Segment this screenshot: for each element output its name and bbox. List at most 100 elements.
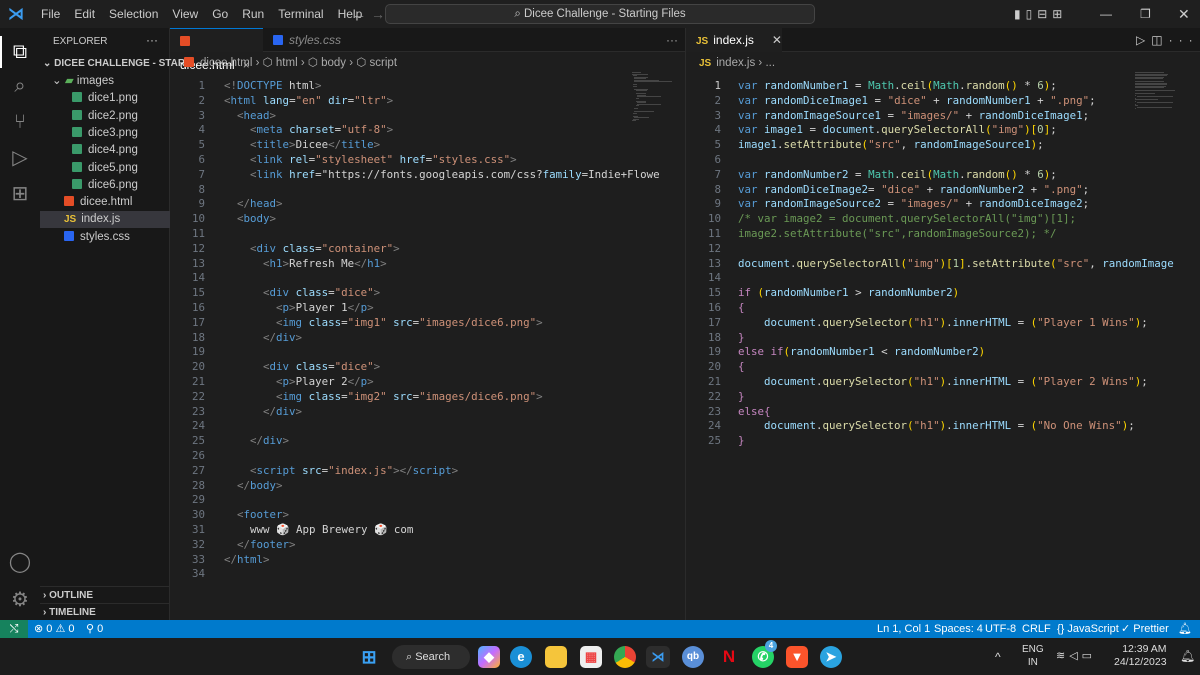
code-line[interactable]: var randomNumber2 = Math.ceil(Math.rando… <box>738 168 1057 183</box>
clock[interactable]: 12:39 AM 24/12/2023 <box>1114 643 1167 669</box>
code-line[interactable]: <link href="https://fonts.googleapis.com… <box>224 168 660 183</box>
prettier-status[interactable]: ✓ Prettier <box>1121 620 1169 638</box>
explorer-icon[interactable]: ⧉ <box>8 40 32 64</box>
code-line[interactable]: <script src="index.js"></script> <box>224 464 458 479</box>
code-line[interactable]: } <box>738 434 745 449</box>
left-minimap[interactable] <box>632 72 673 121</box>
code-line[interactable]: <footer> <box>224 508 289 523</box>
code-line[interactable]: <!DOCTYPE html> <box>224 79 322 94</box>
menu-file[interactable]: File <box>38 7 63 21</box>
file-item-dice6-png[interactable]: dice6.png <box>40 177 170 194</box>
more-icon[interactable]: ··· <box>1169 33 1199 47</box>
outline-section[interactable]: › OUTLINE <box>40 586 170 603</box>
extensions-icon[interactable]: ⊞ <box>8 182 32 206</box>
code-line[interactable]: } <box>738 331 745 346</box>
encoding[interactable]: UTF-8 <box>985 620 1016 638</box>
chrome-icon[interactable] <box>614 646 636 668</box>
code-line[interactable]: document.querySelectorAll("img")[1].setA… <box>738 257 1174 272</box>
line-ending[interactable]: CRLF <box>1022 620 1051 638</box>
file-explorer-icon[interactable] <box>545 646 567 668</box>
close-button[interactable]: ✕ <box>1178 6 1190 23</box>
notification-icon[interactable]: 🔔︎ <box>1180 649 1195 663</box>
vscode-taskbar-icon[interactable]: ⋊ <box>646 646 670 668</box>
tray-overflow-icon[interactable]: ^ <box>995 650 1001 664</box>
code-line[interactable]: <div class="dice"> <box>224 360 380 375</box>
back-icon[interactable]: ← <box>352 6 366 22</box>
code-line[interactable]: image1.setAttribute("src", randomImageSo… <box>738 138 1044 153</box>
split-editor-icon[interactable]: ◫ <box>1151 33 1168 47</box>
run-icon[interactable]: ▷ <box>1136 33 1151 47</box>
file-item-dicee-html[interactable]: dicee.html <box>40 194 170 211</box>
code-line[interactable]: { <box>738 360 745 375</box>
menu-selection[interactable]: Selection <box>106 7 161 21</box>
html-code-editor[interactable]: 1 <!DOCTYPE html> 2 <html lang="en" dir="lt… <box>170 72 660 620</box>
whatsapp-icon[interactable]: ✆ 4 <box>752 640 777 668</box>
code-line[interactable]: document.querySelector("h1").innerHTML =… <box>738 316 1148 331</box>
code-line[interactable]: <img class="img1" src="images/dice6.png"… <box>224 316 543 331</box>
timeline-section[interactable]: › TIMELINE <box>40 603 170 620</box>
menu-edit[interactable]: Edit <box>71 7 98 21</box>
code-line[interactable]: var randomNumber1 = Math.ceil(Math.rando… <box>738 79 1057 94</box>
code-line[interactable]: </body> <box>224 479 283 494</box>
tab-index-js[interactable]: JS index.js ✕ <box>686 28 782 52</box>
code-line[interactable]: </div> <box>224 405 302 420</box>
file-item-images[interactable]: ⌄ ▰ images <box>40 73 170 90</box>
code-line[interactable]: <h1>Refresh Me</h1> <box>224 257 387 272</box>
code-line[interactable]: <p>Player 1</p> <box>224 301 374 316</box>
code-line[interactable]: var randomImageSource2 = "images/" + ran… <box>738 197 1089 212</box>
code-line[interactable]: } <box>738 390 745 405</box>
code-line[interactable]: document.querySelector("h1").innerHTML =… <box>738 375 1148 390</box>
code-line[interactable]: <img class="img2" src="images/dice6.png"… <box>224 390 543 405</box>
code-line[interactable]: image2.setAttribute("src",randomImageSou… <box>738 227 1057 242</box>
file-item-dice1-png[interactable]: dice1.png <box>40 90 170 107</box>
menu-run[interactable]: Run <box>239 7 267 21</box>
file-item-index-js[interactable]: JS index.js <box>40 211 170 229</box>
layout-icons[interactable]: ▮▯⊟⊞ <box>1014 7 1067 21</box>
code-line[interactable]: { <box>738 301 745 316</box>
right-minimap[interactable] <box>1135 72 1185 112</box>
qbittorrent-icon[interactable]: qb <box>682 646 704 668</box>
tab-styles-css[interactable]: styles.css <box>263 28 363 52</box>
menu-go[interactable]: Go <box>209 7 231 21</box>
store-icon[interactable]: ▦ <box>580 646 602 668</box>
code-line[interactable]: <title>Dicee</title> <box>224 138 380 153</box>
code-line[interactable]: else if(randomNumber1 < randomNumber2) <box>738 345 985 360</box>
code-line[interactable]: <link rel="stylesheet" href="styles.css"… <box>224 153 517 168</box>
language-mode[interactable]: {} JavaScript <box>1057 620 1119 638</box>
tab-dicee-html[interactable]: dicee.html × <box>170 28 263 72</box>
file-item-dice2-png[interactable]: dice2.png <box>40 108 170 125</box>
code-line[interactable]: </div> <box>224 331 302 346</box>
menu-terminal[interactable]: Terminal <box>275 7 326 21</box>
problems-button[interactable]: ⊗ 0 ⚠ 0 <box>34 620 75 638</box>
code-line[interactable]: <p>Player 2</p> <box>224 375 374 390</box>
code-line[interactable]: var randomDiceImage2= "dice" + randomNum… <box>738 183 1089 198</box>
editor-actions[interactable]: ▷◫··· <box>1126 28 1199 52</box>
close-tab-icon[interactable]: ✕ <box>772 33 782 47</box>
search-icon[interactable]: ⌕ <box>8 74 32 98</box>
code-line[interactable]: var randomDiceImage1 = "dice" + randomNu… <box>738 94 1096 109</box>
code-line[interactable]: </footer> <box>224 538 296 553</box>
code-line[interactable]: <div class="container"> <box>224 242 400 257</box>
code-line[interactable]: </head> <box>224 197 283 212</box>
js-code-editor[interactable]: 1 var randomNumber1 = Math.ceil(Math.rand… <box>686 72 1174 620</box>
code-line[interactable]: /* var image2 = document.querySelectorAl… <box>738 212 1076 227</box>
taskbar-search[interactable]: ⌕ Search <box>392 645 470 669</box>
notifications-bell-icon[interactable]: 🔔︎ <box>1178 620 1192 638</box>
code-line[interactable]: var image1 = document.querySelectorAll("… <box>738 123 1057 138</box>
run-debug-icon[interactable]: ▷ <box>8 146 32 170</box>
cursor-position[interactable]: Ln 1, Col 1 <box>877 620 930 638</box>
settings-gear-icon[interactable]: ⚙ <box>8 588 32 612</box>
language-indicator[interactable]: ENG IN <box>1022 643 1044 669</box>
account-icon[interactable]: ◯ <box>8 550 32 574</box>
code-line[interactable]: document.querySelector("h1").innerHTML =… <box>738 419 1135 434</box>
wifi-volume-battery-icons[interactable]: ≋◁▭ <box>1056 649 1096 662</box>
editor-more-button[interactable]: ··· <box>656 28 678 52</box>
indentation[interactable]: Spaces: 4 <box>934 620 983 638</box>
explorer-more-button[interactable]: ··· <box>146 33 158 47</box>
source-control-icon[interactable]: ⑂ <box>8 110 32 134</box>
telegram-icon[interactable]: ➤ <box>820 646 842 668</box>
code-line[interactable]: if (randomNumber1 > randomNumber2) <box>738 286 959 301</box>
code-line[interactable]: <div class="dice"> <box>224 286 380 301</box>
remote-button[interactable]: ⤭ <box>0 620 28 638</box>
code-line[interactable]: </html> <box>224 553 270 568</box>
